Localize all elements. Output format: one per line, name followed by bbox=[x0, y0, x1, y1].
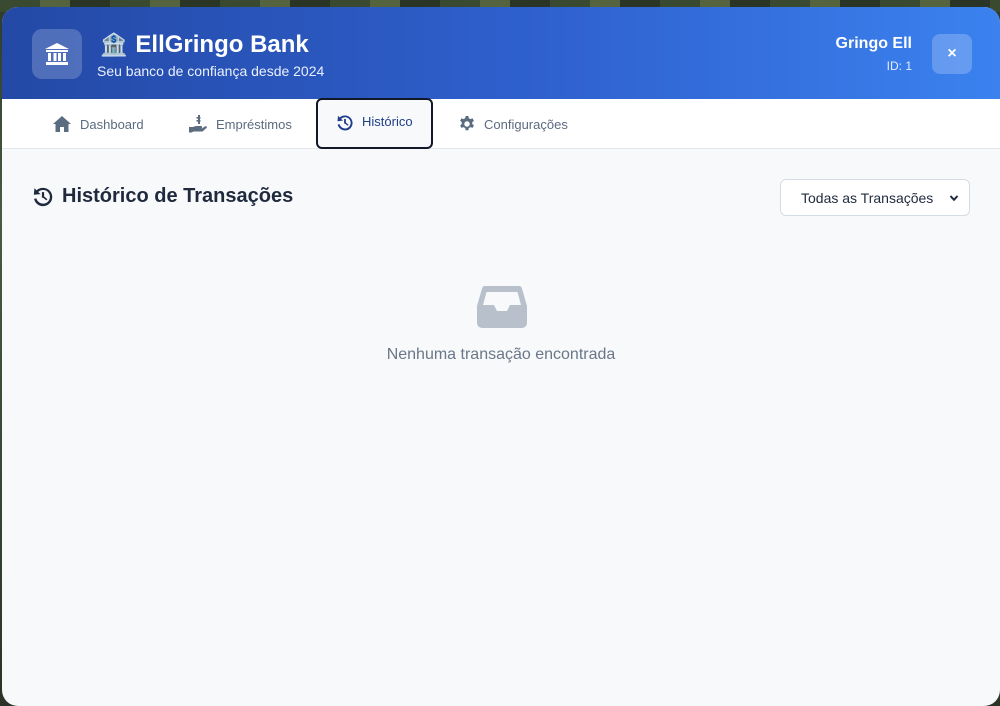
user-name: Gringo Ell bbox=[835, 35, 912, 52]
chevron-down-icon bbox=[949, 194, 959, 201]
history-icon bbox=[33, 187, 53, 206]
tab-dashboard-label: Dashboard bbox=[80, 116, 144, 132]
tab-dashboard[interactable]: Dashboard bbox=[52, 99, 144, 149]
app-header: 🏦 EllGringo Bank Seu banco de confiança … bbox=[2, 7, 1000, 99]
user-id: ID: 1 bbox=[886, 59, 912, 73]
home-icon bbox=[53, 116, 71, 132]
filter-selected-value: Todas as Transações bbox=[801, 189, 934, 206]
tab-configuracoes-label: Configurações bbox=[484, 116, 568, 132]
gear-icon bbox=[460, 116, 474, 131]
close-button[interactable]: × bbox=[932, 34, 972, 74]
bank-logo bbox=[32, 29, 82, 79]
transaction-filter-select[interactable]: Todas as Transações bbox=[780, 179, 970, 216]
app-title-text: EllGringo Bank bbox=[135, 31, 309, 58]
history-panel: Histórico de Transações Todas as Transaç… bbox=[2, 149, 1000, 706]
hand-money-icon bbox=[189, 115, 207, 133]
bank-building-icon bbox=[45, 43, 69, 65]
bank-app-window: 🏦 EllGringo Bank Seu banco de confiança … bbox=[2, 7, 1000, 706]
bank-emoji-icon: 🏦 bbox=[100, 32, 128, 57]
tab-bar: Dashboard Empréstimos Histórico Configur… bbox=[2, 98, 1000, 149]
history-icon bbox=[337, 115, 353, 131]
app-title: 🏦 EllGringo Bank bbox=[100, 31, 309, 59]
empty-state-message: Nenhuma transação encontrada bbox=[386, 346, 616, 363]
history-title: Histórico de Transações bbox=[32, 185, 293, 208]
tab-configuracoes[interactable]: Configurações bbox=[458, 99, 568, 149]
tab-emprestimos-label: Empréstimos bbox=[216, 116, 292, 132]
history-title-text: Histórico de Transações bbox=[62, 185, 294, 207]
app-subtitle: Seu banco de confiança desde 2024 bbox=[97, 63, 325, 79]
tab-emprestimos[interactable]: Empréstimos bbox=[188, 99, 292, 149]
tab-historico[interactable]: Histórico bbox=[316, 98, 433, 149]
tab-historico-label: Histórico bbox=[362, 114, 413, 129]
inbox-icon bbox=[477, 286, 527, 328]
